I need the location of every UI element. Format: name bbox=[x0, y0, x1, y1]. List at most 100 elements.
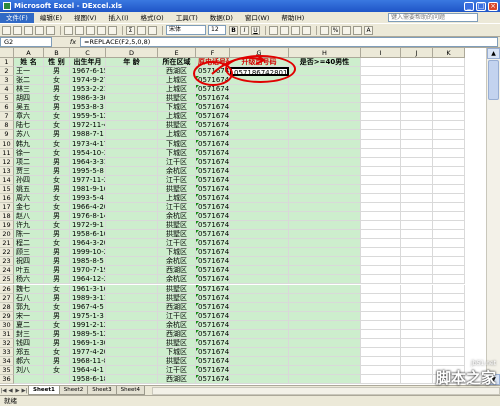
table-cell[interactable] bbox=[106, 139, 158, 149]
row-header[interactable]: 10 bbox=[0, 139, 14, 149]
prev-sheet-icon[interactable]: ◀ bbox=[7, 387, 14, 395]
table-cell[interactable] bbox=[230, 366, 289, 376]
menu-item[interactable]: 数据(D) bbox=[204, 13, 239, 23]
print-icon[interactable] bbox=[35, 25, 44, 35]
table-cell[interactable] bbox=[433, 121, 465, 131]
table-cell[interactable] bbox=[106, 94, 158, 104]
table-cell[interactable] bbox=[401, 212, 433, 222]
select-all-corner[interactable] bbox=[0, 48, 14, 58]
table-cell[interactable] bbox=[289, 212, 361, 222]
table-cell[interactable] bbox=[361, 112, 401, 122]
table-cell[interactable] bbox=[289, 94, 361, 104]
table-cell[interactable]: 05716742804 bbox=[196, 94, 230, 104]
currency-icon[interactable] bbox=[320, 25, 329, 35]
table-cell[interactable]: 刘八 bbox=[14, 366, 44, 376]
table-cell[interactable]: 05716742815 bbox=[196, 193, 230, 203]
table-cell[interactable] bbox=[433, 67, 465, 77]
underline-button[interactable]: U bbox=[251, 25, 260, 35]
table-cell[interactable] bbox=[44, 375, 70, 385]
table-cell[interactable]: 韩九 bbox=[14, 139, 44, 149]
table-cell[interactable]: 江干区 bbox=[158, 239, 196, 249]
row-header[interactable]: 5 bbox=[0, 94, 14, 104]
table-cell[interactable]: 05716742818 bbox=[196, 221, 230, 231]
table-cell[interactable] bbox=[401, 338, 433, 348]
table-cell[interactable] bbox=[433, 175, 465, 185]
new-icon[interactable] bbox=[2, 25, 11, 35]
row-header[interactable]: 26 bbox=[0, 284, 14, 294]
table-cell[interactable] bbox=[401, 67, 433, 77]
chart-icon[interactable] bbox=[148, 25, 157, 35]
table-cell[interactable]: 1968-11-8 bbox=[70, 356, 106, 367]
name-box[interactable]: G2 bbox=[0, 37, 52, 47]
row-header[interactable]: 27 bbox=[0, 293, 14, 303]
table-cell[interactable] bbox=[433, 139, 465, 149]
table-cell[interactable] bbox=[361, 121, 401, 131]
table-cell[interactable] bbox=[401, 221, 433, 231]
row-header[interactable]: 17 bbox=[0, 202, 14, 212]
table-cell[interactable]: 女 bbox=[44, 76, 70, 86]
scroll-thumb[interactable] bbox=[488, 60, 499, 100]
table-cell[interactable]: 章六 bbox=[14, 112, 44, 122]
table-cell[interactable] bbox=[230, 248, 289, 258]
table-cell[interactable]: 程二 bbox=[14, 239, 44, 249]
table-cell[interactable]: 1954-10-3 bbox=[70, 148, 106, 158]
table-cell[interactable]: 1993-5-4 bbox=[70, 193, 106, 203]
menu-item[interactable]: 编辑(E) bbox=[34, 13, 68, 23]
table-cell[interactable] bbox=[361, 58, 401, 68]
table-cell[interactable] bbox=[230, 103, 289, 113]
table-cell[interactable]: 1974-9-27 bbox=[70, 76, 106, 86]
table-cell[interactable] bbox=[230, 202, 289, 212]
table-cell[interactable]: 男 bbox=[44, 338, 70, 348]
row-header[interactable]: 13 bbox=[0, 166, 14, 176]
table-cell[interactable] bbox=[106, 112, 158, 122]
table-cell[interactable] bbox=[106, 166, 158, 176]
row-header[interactable]: 1 bbox=[0, 58, 14, 68]
table-cell[interactable] bbox=[106, 338, 158, 348]
table-cell[interactable]: 1995-5-8 bbox=[70, 166, 106, 176]
font-select[interactable]: 宋体 bbox=[166, 25, 206, 35]
table-cell[interactable]: 赵八 bbox=[14, 212, 44, 222]
table-cell[interactable]: 女 bbox=[44, 112, 70, 122]
table-cell[interactable]: 男 bbox=[44, 293, 70, 303]
table-cell[interactable] bbox=[289, 184, 361, 194]
redo-icon[interactable] bbox=[108, 25, 117, 35]
first-sheet-icon[interactable]: |◀ bbox=[0, 387, 7, 395]
menu-item[interactable]: 插入(I) bbox=[103, 13, 135, 23]
table-cell[interactable] bbox=[289, 148, 361, 158]
row-header[interactable]: 3 bbox=[0, 76, 14, 86]
row-header[interactable]: 24 bbox=[0, 266, 14, 276]
table-cell[interactable] bbox=[361, 212, 401, 222]
table-cell[interactable]: 杨六 bbox=[14, 275, 44, 285]
table-cell[interactable]: 女 bbox=[44, 193, 70, 203]
table-cell[interactable] bbox=[106, 375, 158, 385]
table-cell[interactable] bbox=[289, 338, 361, 348]
table-cell[interactable]: 1991-2-12 bbox=[70, 320, 106, 330]
table-cell[interactable] bbox=[289, 293, 361, 303]
table-cell[interactable]: 05716742810 bbox=[196, 148, 230, 158]
table-cell[interactable] bbox=[230, 375, 289, 385]
table-cell[interactable]: 叶五 bbox=[14, 266, 44, 276]
table-cell[interactable] bbox=[106, 257, 158, 267]
table-cell[interactable] bbox=[289, 266, 361, 276]
table-cell[interactable] bbox=[230, 338, 289, 348]
italic-button[interactable]: I bbox=[240, 25, 249, 35]
table-cell[interactable] bbox=[361, 293, 401, 303]
table-cell[interactable]: 女 bbox=[44, 94, 70, 104]
table-cell[interactable]: 1989-5-12 bbox=[70, 329, 106, 339]
row-header[interactable]: 33 bbox=[0, 347, 14, 357]
table-cell[interactable] bbox=[289, 130, 361, 140]
table-cell[interactable] bbox=[289, 139, 361, 149]
table-cell[interactable] bbox=[230, 311, 289, 321]
table-cell[interactable]: 男 bbox=[44, 212, 70, 222]
row-header[interactable]: 16 bbox=[0, 193, 14, 203]
table-cell[interactable] bbox=[106, 329, 158, 339]
table-cell[interactable]: 上城区 bbox=[158, 130, 196, 140]
table-cell[interactable] bbox=[106, 311, 158, 321]
table-cell[interactable] bbox=[361, 347, 401, 357]
table-cell[interactable] bbox=[361, 94, 401, 104]
table-cell[interactable] bbox=[289, 103, 361, 113]
table-cell[interactable]: 男 bbox=[44, 184, 70, 194]
table-cell[interactable]: 郭九 bbox=[14, 302, 44, 312]
row-header[interactable]: 9 bbox=[0, 130, 14, 140]
table-cell[interactable]: 05716742829 bbox=[196, 320, 230, 330]
